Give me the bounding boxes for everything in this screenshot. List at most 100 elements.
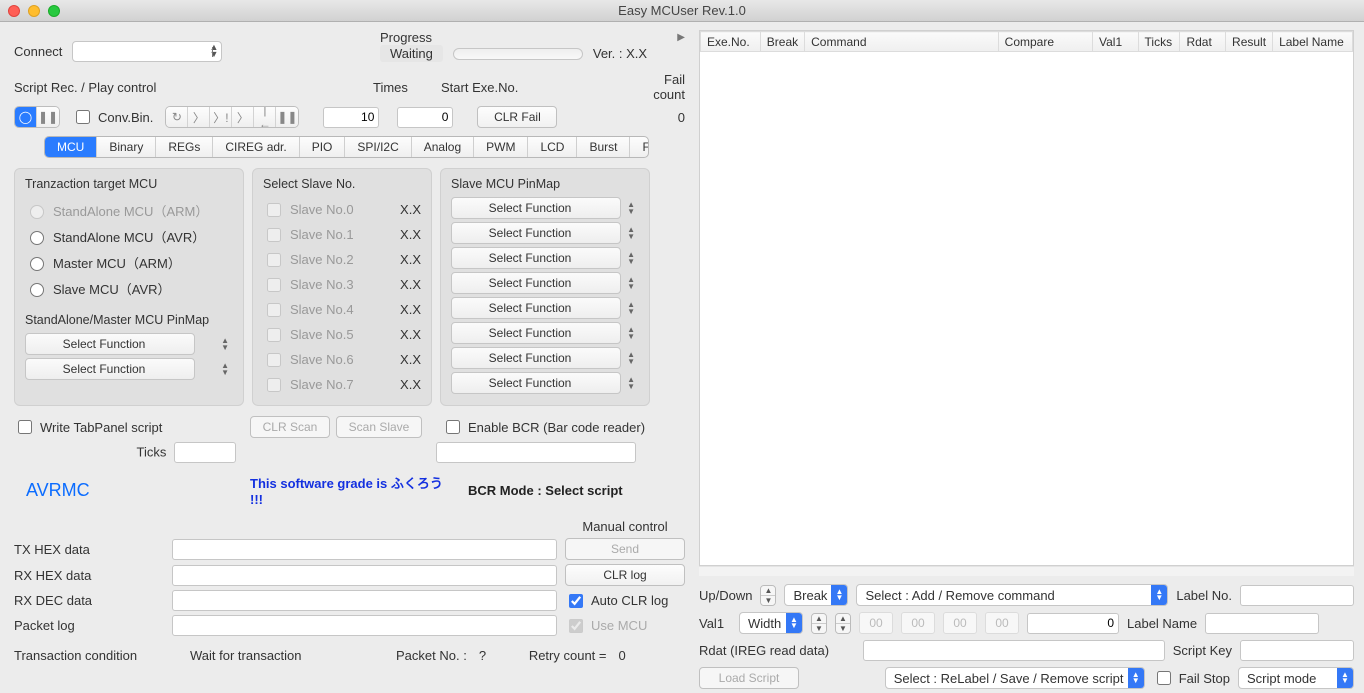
bcr-input[interactable] [436,442,636,463]
col-command[interactable]: Command [805,32,999,52]
start-exe-input[interactable] [397,107,453,128]
col-break[interactable]: Break [760,32,804,52]
enable-bcr-checkbox[interactable] [446,420,460,434]
slave-check-7 [267,378,281,392]
horizontal-scrollbar[interactable] [699,566,1354,576]
val1-total-input[interactable] [1027,613,1119,634]
col-val1[interactable]: Val1 [1093,32,1139,52]
tx-hex-label: TX HEX data [14,542,164,557]
slave-pin-select-3[interactable]: Select Function [451,272,621,294]
slave-pin-select-4[interactable]: Select Function [451,297,621,319]
tab-burst[interactable]: Burst [577,137,630,157]
times-input[interactable] [323,107,379,128]
label-no-input[interactable] [1240,585,1354,606]
rdat-input[interactable] [863,640,1165,661]
record-icon[interactable]: ◯ [15,107,37,127]
rx-dec-input[interactable] [172,590,557,611]
play-icon[interactable]: 〉 [232,107,254,127]
write-tabpanel-checkbox[interactable] [18,420,32,434]
progress-label: Progress [380,30,432,45]
slave-check-6 [267,353,281,367]
tab-analog[interactable]: Analog [412,137,474,157]
scan-slave-button[interactable]: Scan Slave [336,416,422,438]
script-key-input[interactable] [1240,640,1354,661]
script-table[interactable]: Exe.No.BreakCommandCompareVal1TicksRdatR… [699,30,1354,566]
updown-stepper[interactable]: ▲▼ [760,585,776,606]
tab-spii2c[interactable]: SPI/I2C [345,137,411,157]
packet-log-input[interactable] [172,615,557,636]
mcu-opt-1[interactable] [30,231,44,245]
slave-pin-select-7[interactable]: Select Function [451,372,621,394]
slave-pin-select-1[interactable]: Select Function [451,222,621,244]
progress-bar [453,48,583,60]
col-compare[interactable]: Compare [998,32,1092,52]
fail-stop-checkbox[interactable] [1157,671,1171,685]
slave-pin-select-5[interactable]: Select Function [451,322,621,344]
tranzaction-title: Tranzaction target MCU [25,177,233,191]
tab-lcd[interactable]: LCD [528,137,577,157]
master-pin-select-0[interactable]: Select Function [25,333,195,355]
col-label-name[interactable]: Label Name [1273,32,1353,52]
rx-hex-input[interactable] [172,565,557,586]
mcu-opt-0-label: StandAlone MCU（ARM） [53,201,208,220]
tab-firm[interactable]: Firm. [630,137,649,157]
packet-no-value: ? [479,648,499,663]
script-rec-label: Script Rec. / Play control [14,80,156,95]
col-ticks[interactable]: Ticks [1138,32,1180,52]
val1-box-1[interactable]: 00 [901,612,935,634]
fail-count-value: 0 [665,110,685,125]
mcu-opt-3[interactable] [30,283,44,297]
slave-val-3: X.X [400,277,421,292]
tab-regs[interactable]: REGs [156,137,213,157]
width-select[interactable]: Width ▲▼ [739,612,803,634]
tab-cireg[interactable]: CIREG adr. [213,137,299,157]
rx-hex-label: RX HEX data [14,568,164,583]
ticks-input[interactable] [174,442,236,463]
master-pin-select-1[interactable]: Select Function [25,358,195,380]
col-rdat[interactable]: Rdat [1180,32,1226,52]
col-result[interactable]: Result [1226,32,1273,52]
pause-icon[interactable]: ❚❚ [37,107,59,127]
clr-log-button[interactable]: CLR log [565,564,685,586]
label-name-input[interactable] [1205,613,1319,634]
val1-stepper-1[interactable]: ▲▼ [811,613,827,634]
load-script-button[interactable]: Load Script [699,667,799,689]
loop-icon[interactable]: ↻ [166,107,188,127]
step-icon[interactable]: 〉 [188,107,210,127]
connect-select[interactable] [72,41,222,62]
tab-mcu[interactable]: MCU [45,137,97,157]
script-key-label: Script Key [1173,643,1232,658]
slave-pin-select-6[interactable]: Select Function [451,347,621,369]
clr-scan-button[interactable]: CLR Scan [250,416,330,438]
rewind-icon[interactable]: |← [254,107,276,127]
send-button[interactable]: Send [565,538,685,560]
tab-binary[interactable]: Binary [97,137,156,157]
step-break-icon[interactable]: 〉! [210,107,232,127]
slave-label-2: Slave No.2 [290,252,354,267]
script-mode-select[interactable]: Script mode ▲▼ [1238,667,1354,689]
slave-pin-select-2[interactable]: Select Function [451,247,621,269]
val1-box-0[interactable]: 00 [859,612,893,634]
ticks-label: Ticks [137,445,167,460]
break-select[interactable]: Break ▲▼ [784,584,848,606]
mcu-opt-2[interactable] [30,257,44,271]
tab-pwm[interactable]: PWM [474,137,528,157]
mcu-opt-1-label: StandAlone MCU（AVR） [53,227,205,246]
val1-box-2[interactable]: 00 [943,612,977,634]
convbin-checkbox[interactable] [76,110,90,124]
slave-pin-select-0[interactable]: Select Function [451,197,621,219]
auto-clr-log-checkbox[interactable] [569,594,583,608]
tab-pio[interactable]: PIO [300,137,346,157]
pause2-icon[interactable]: ❚❚ [276,107,298,127]
fail-count-label: Fail count [629,72,685,102]
slave-val-6: X.X [400,352,421,367]
val1-stepper-2[interactable]: ▲▼ [835,613,851,634]
col-exe-no-[interactable]: Exe.No. [701,32,761,52]
tx-hex-input[interactable] [172,539,557,560]
add-remove-select[interactable]: Select : Add / Remove command ▲▼ [856,584,1168,606]
connect-label: Connect [14,44,62,59]
relabel-select[interactable]: Select : ReLabel / Save / Remove script … [885,667,1145,689]
clr-fail-button[interactable]: CLR Fail [477,106,557,128]
val1-box-3[interactable]: 00 [985,612,1019,634]
slave-val-7: X.X [400,377,421,392]
